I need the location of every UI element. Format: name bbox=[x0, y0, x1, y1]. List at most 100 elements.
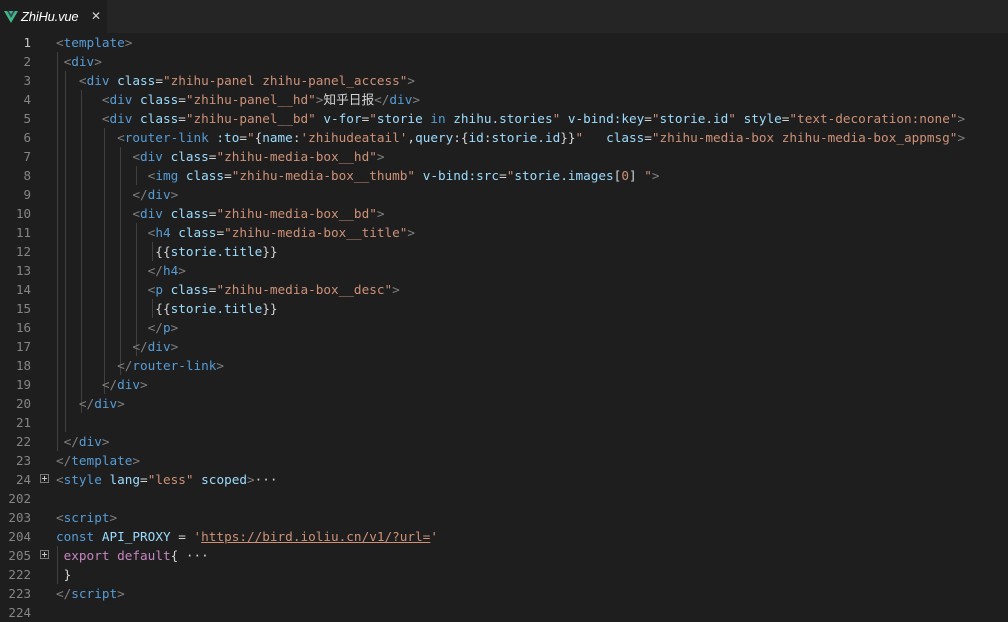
code-token: > bbox=[132, 453, 141, 468]
code-token: "zhihu-panel__hd" bbox=[185, 92, 316, 107]
code-line[interactable]: 7 <div class="zhihu-media-box__hd"> bbox=[0, 147, 1008, 166]
code-line[interactable]: 222 } bbox=[0, 565, 1008, 584]
code-text: </div> bbox=[56, 337, 178, 356]
code-token: "zhihu-panel zhihu-panel_access" bbox=[162, 73, 408, 88]
code-line[interactable]: 9 </div> bbox=[0, 185, 1008, 204]
code-token: } bbox=[56, 567, 72, 582]
fold-expand-icon[interactable] bbox=[40, 474, 49, 483]
code-token: > bbox=[216, 358, 225, 373]
code-line[interactable]: 4 <div class="zhihu-panel__hd">知乎日报</div… bbox=[0, 90, 1008, 109]
code-token: > bbox=[957, 130, 966, 145]
code-token: default bbox=[117, 548, 171, 563]
code-line[interactable]: 2 <div> bbox=[0, 52, 1008, 71]
line-number: 6 bbox=[23, 130, 31, 145]
code-token: </ bbox=[117, 358, 133, 373]
code-line[interactable]: 24 <style lang="less" scoped>··· bbox=[0, 470, 1008, 489]
code-line[interactable]: 20 </div> bbox=[0, 394, 1008, 413]
code-line[interactable]: 11 <h4 class="zhihu-media-box__title"> bbox=[0, 223, 1008, 242]
line-number: 202 bbox=[8, 491, 31, 506]
line-number: 203 bbox=[8, 510, 31, 525]
code-token: storie.title bbox=[170, 301, 263, 316]
code-text: </h4> bbox=[56, 261, 186, 280]
line-number: 2 bbox=[23, 54, 31, 69]
line-number: 9 bbox=[23, 187, 31, 202]
close-icon[interactable]: ✕ bbox=[88, 8, 104, 24]
code-line[interactable]: 10 <div class="zhihu-media-box__bd"> bbox=[0, 204, 1008, 223]
line-number: 23 bbox=[15, 453, 31, 468]
code-token: = bbox=[170, 529, 194, 544]
code-token: router-link bbox=[132, 358, 217, 373]
line-number: 3 bbox=[23, 73, 31, 88]
code-line[interactable]: 17 </div> bbox=[0, 337, 1008, 356]
code-line[interactable]: 202 bbox=[0, 489, 1008, 508]
code-line[interactable]: 18 </router-link> bbox=[0, 356, 1008, 375]
code-token: API_PROXY bbox=[101, 529, 171, 544]
code-line[interactable]: 15 {{storie.title}} bbox=[0, 299, 1008, 318]
code-line[interactable]: 6 <router-link :to="{name:'zhihudeatail'… bbox=[0, 128, 1008, 147]
code-token: </ bbox=[56, 586, 72, 601]
code-token: 0 bbox=[621, 168, 629, 183]
line-number: 17 bbox=[15, 339, 31, 354]
code-token: </ bbox=[63, 434, 79, 449]
code-line[interactable]: 16 </p> bbox=[0, 318, 1008, 337]
code-line[interactable]: 23 </template> bbox=[0, 451, 1008, 470]
code-token: router-link bbox=[124, 130, 209, 145]
code-token: </ bbox=[132, 339, 148, 354]
code-token: storie bbox=[376, 111, 423, 126]
code-token: </ bbox=[374, 92, 390, 107]
code-token: template bbox=[63, 35, 125, 50]
code-text: <style lang="less" scoped>··· bbox=[56, 470, 278, 489]
code-line[interactable]: 21 bbox=[0, 413, 1008, 432]
code-token: > bbox=[651, 168, 660, 183]
code-line[interactable]: 5 <div class="zhihu-panel__bd" v-for="st… bbox=[0, 109, 1008, 128]
code-text: <div class="zhihu-panel__hd">知乎日报</div> bbox=[56, 90, 420, 109]
code-token: v-bind:key bbox=[567, 111, 645, 126]
code-text: {{storie.title}} bbox=[56, 299, 277, 318]
code-line[interactable]: 22 </div> bbox=[0, 432, 1008, 451]
code-line[interactable]: 205 export default{ ··· bbox=[0, 546, 1008, 565]
code-line[interactable]: 1 <template> bbox=[0, 33, 1008, 52]
line-number: 21 bbox=[15, 415, 31, 430]
code-line[interactable]: 223 </script> bbox=[0, 584, 1008, 603]
fold-expand-icon[interactable] bbox=[40, 550, 49, 559]
code-token: > bbox=[247, 472, 255, 487]
code-token: :{ bbox=[453, 130, 469, 145]
code-token: {{ bbox=[56, 301, 171, 316]
code-line[interactable]: 224 bbox=[0, 603, 1008, 622]
code-token: = bbox=[224, 168, 232, 183]
code-token: , bbox=[407, 130, 416, 145]
code-line[interactable]: 8 <img class="zhihu-media-box__thumb" v-… bbox=[0, 166, 1008, 185]
code-token: div bbox=[94, 396, 118, 411]
code-token: "zhihu-media-box__title" bbox=[224, 225, 408, 240]
code-line[interactable]: 203 <script> bbox=[0, 508, 1008, 527]
code-line[interactable]: 3 <div class="zhihu-panel zhihu-panel_ac… bbox=[0, 71, 1008, 90]
code-text: <template> bbox=[56, 33, 132, 52]
code-editor[interactable]: 1 <template> 2 <div> 3 <div class="zhihu-pa… bbox=[0, 33, 1008, 620]
line-number: 205 bbox=[8, 548, 31, 563]
code-line[interactable]: 19 </div> bbox=[0, 375, 1008, 394]
code-token: https://bird.ioliu.cn/v1/?url= bbox=[201, 529, 431, 544]
code-token: class bbox=[140, 92, 179, 107]
code-line[interactable]: 13 </h4> bbox=[0, 261, 1008, 280]
code-token: v-for bbox=[323, 111, 362, 126]
code-line[interactable]: 12 {{storie.title}} bbox=[0, 242, 1008, 261]
line-number: 19 bbox=[15, 377, 31, 392]
code-token: = bbox=[178, 111, 186, 126]
code-token: p bbox=[155, 282, 163, 297]
code-token: "text-decoration:none" bbox=[789, 111, 958, 126]
line-number: 222 bbox=[8, 567, 31, 582]
code-text: <p class="zhihu-media-box__desc"> bbox=[56, 280, 400, 299]
code-token: div bbox=[109, 111, 133, 126]
code-line[interactable]: 14 <p class="zhihu-media-box__desc"> bbox=[0, 280, 1008, 299]
code-text: </div> bbox=[56, 185, 178, 204]
code-line[interactable]: 204 const API_PROXY = 'https://bird.ioliu… bbox=[0, 527, 1008, 546]
code-token: > bbox=[170, 320, 179, 335]
code-token: div bbox=[389, 92, 413, 107]
code-token: h4 bbox=[162, 263, 179, 278]
code-token: </ bbox=[147, 263, 163, 278]
